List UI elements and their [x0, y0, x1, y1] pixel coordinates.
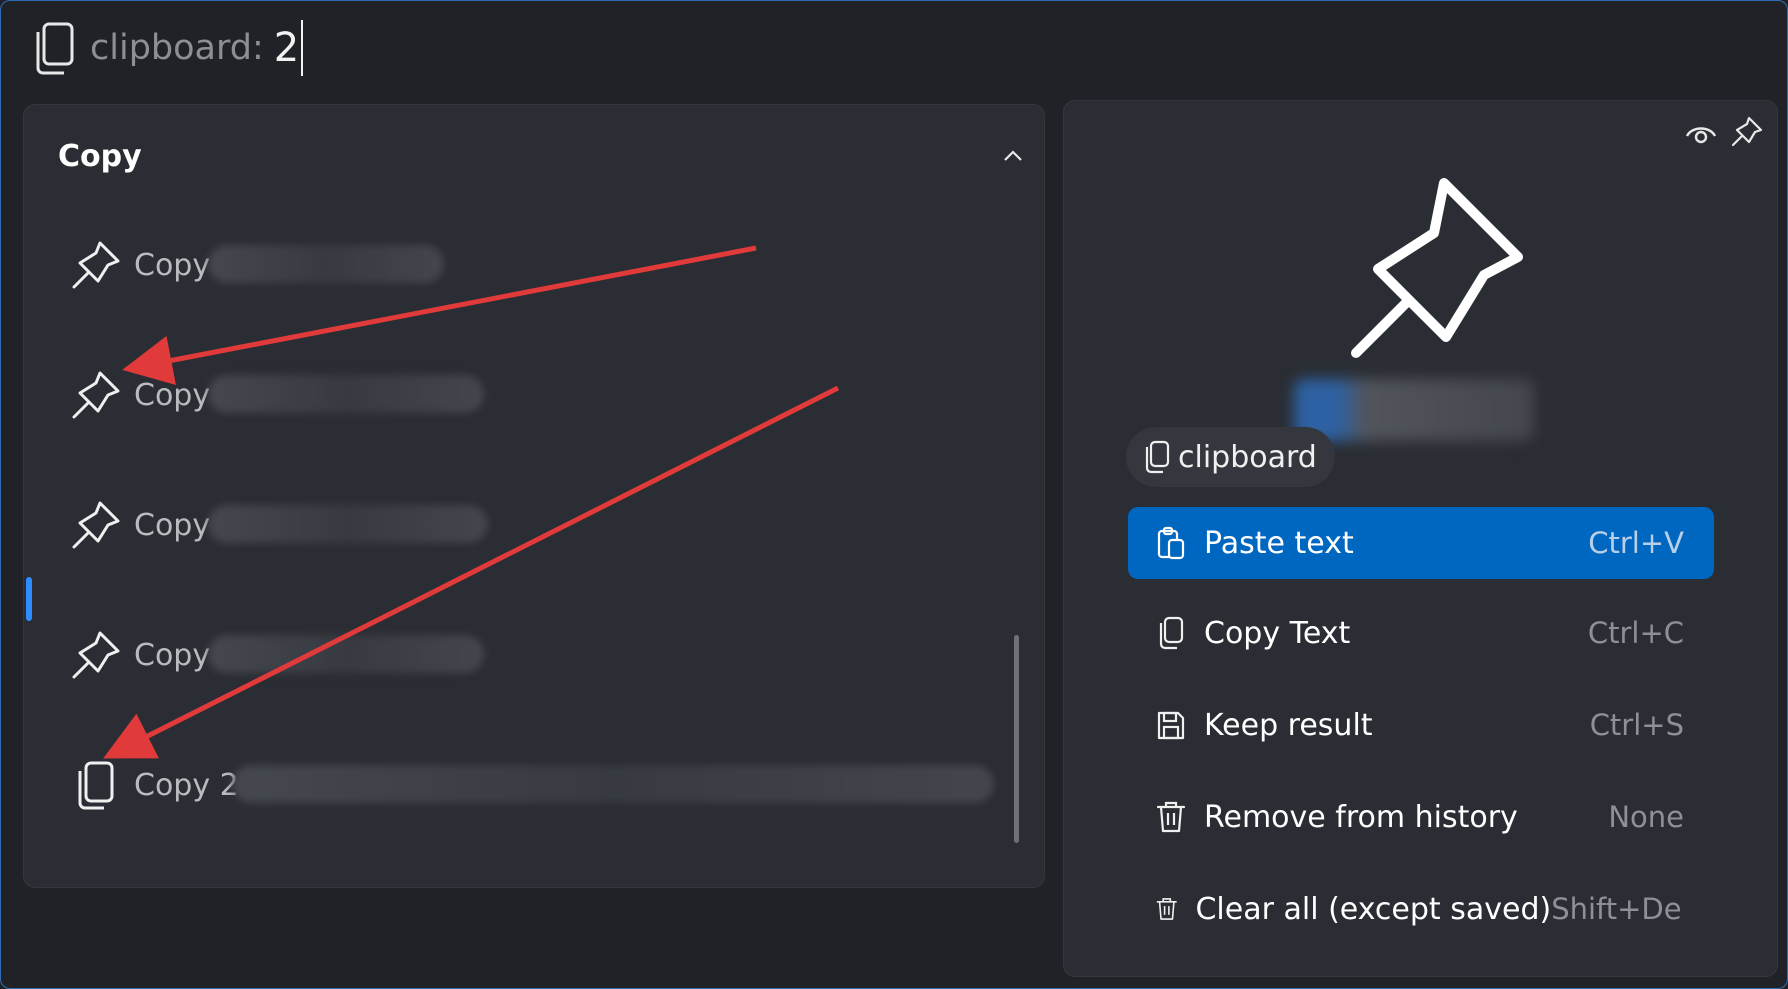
paste-icon	[1157, 526, 1185, 560]
result-item[interactable]: Copy	[68, 225, 210, 305]
pin-icon[interactable]	[1730, 115, 1764, 149]
search-input[interactable]: 2	[274, 25, 299, 71]
redacted-text	[208, 505, 488, 543]
redacted-text	[208, 635, 484, 673]
result-item[interactable]: Copy	[68, 485, 210, 565]
action-label: Remove from history	[1204, 799, 1518, 835]
pin-icon	[72, 501, 120, 549]
redacted-text	[208, 375, 484, 413]
copy-text-button[interactable]: Copy Text Ctrl+C	[1128, 597, 1714, 669]
result-item[interactable]: Copy	[68, 355, 210, 435]
action-shortcut: Shift+Delete	[1551, 892, 1684, 926]
clipboard-icon	[1145, 440, 1170, 474]
result-item[interactable]: Copy	[68, 615, 210, 695]
redacted-text	[208, 245, 444, 283]
text-caret	[301, 20, 304, 76]
pin-icon	[1351, 178, 1523, 358]
clipboard-icon	[36, 22, 74, 75]
search-prefix: clipboard:	[90, 28, 264, 68]
result-item-label: Copy 2	[134, 767, 239, 803]
details-panel: clipboard Paste text Ctrl+V Copy Text Ct…	[1063, 100, 1778, 977]
paste-text-button[interactable]: Paste text Ctrl+V	[1128, 507, 1714, 579]
action-label: Keep result	[1204, 707, 1373, 743]
action-shortcut: None	[1608, 800, 1684, 834]
search-bar[interactable]: clipboard: 2	[32, 18, 304, 78]
selection-indicator	[26, 577, 32, 621]
pin-icon	[72, 371, 120, 419]
result-item-label: Copy	[134, 507, 211, 543]
clear-all-button[interactable]: Clear all (except saved) Shift+Delete	[1128, 873, 1714, 945]
redacted-text	[232, 765, 994, 803]
result-item-label: Copy	[134, 247, 211, 283]
action-label: Copy Text	[1204, 615, 1351, 651]
keep-result-button[interactable]: Keep result Ctrl+S	[1128, 689, 1714, 761]
result-group-title: Copy	[58, 139, 142, 174]
trash-icon	[1156, 898, 1177, 920]
chevron-up-icon[interactable]	[1002, 145, 1024, 167]
scrollbar[interactable]	[1014, 635, 1019, 843]
action-label: Paste text	[1204, 525, 1354, 561]
redacted-title	[1294, 379, 1534, 441]
clipboard-icon	[78, 761, 114, 810]
action-shortcut: Ctrl+S	[1589, 708, 1684, 742]
remove-from-history-button[interactable]: Remove from history None	[1128, 781, 1714, 853]
plugin-chip: clipboard	[1126, 427, 1335, 487]
result-item-label: Copy	[134, 377, 211, 413]
pin-icon	[72, 241, 120, 289]
trash-icon	[1156, 801, 1186, 833]
result-item-label: Copy	[134, 637, 211, 673]
action-label: Clear all (except saved)	[1195, 891, 1552, 927]
results-panel: Copy Copy Copy Copy Copy Copy 2	[23, 104, 1045, 888]
action-shortcut: Ctrl+V	[1588, 526, 1684, 560]
copy-icon	[1159, 616, 1184, 650]
action-shortcut: Ctrl+C	[1587, 616, 1684, 650]
eye-icon[interactable]	[1684, 117, 1718, 151]
plugin-chip-label: clipboard	[1178, 439, 1317, 475]
save-icon	[1157, 711, 1185, 740]
pin-icon	[72, 631, 120, 679]
result-item[interactable]: Copy 2	[68, 745, 239, 825]
